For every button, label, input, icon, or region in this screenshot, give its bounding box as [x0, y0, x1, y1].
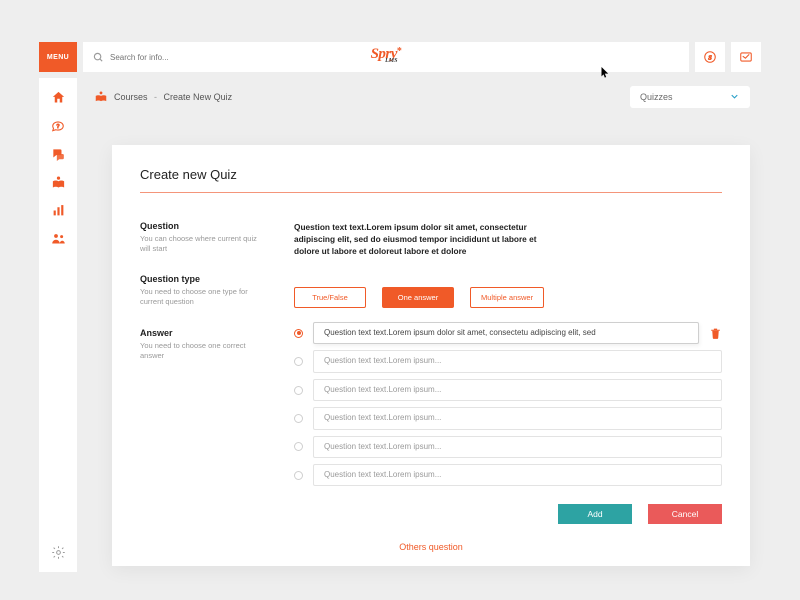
help-icon[interactable]: ? [51, 119, 65, 133]
breadcrumb-current: Create New Quiz [164, 92, 233, 102]
breadcrumb: Courses - Create New Quiz [114, 92, 232, 102]
gear-icon[interactable] [51, 545, 66, 560]
type-truefalse[interactable]: True/False [294, 287, 366, 308]
category-dropdown[interactable]: Quizzes [630, 86, 750, 108]
question-text: Question text text.Lorem ipsum dolor sit… [294, 221, 554, 257]
type-label: Question type [140, 274, 272, 284]
answer-input[interactable]: Question text text.Lorem ipsum... [313, 436, 722, 458]
type-oneanswer[interactable]: One answer [382, 287, 454, 308]
others-question-link[interactable]: Others question [399, 542, 463, 552]
answer-input[interactable]: Question text text.Lorem ipsum dolor sit… [313, 322, 699, 344]
answer-row: Question text text.Lorem ipsum... [294, 407, 722, 429]
quiz-panel: Create new Quiz Question You can choose … [112, 145, 750, 566]
answer-input[interactable]: Question text text.Lorem ipsum... [313, 407, 722, 429]
brand-logo: Spry* LMS [371, 50, 402, 64]
courses-icon[interactable] [51, 175, 66, 190]
answer-radio[interactable] [294, 471, 303, 480]
users-icon[interactable] [51, 231, 66, 246]
panel-title: Create new Quiz [140, 167, 722, 182]
chat-icon[interactable] [51, 147, 65, 161]
breadcrumb-icon [94, 90, 108, 104]
answer-hint: You need to choose one correct answer [140, 341, 260, 361]
type-hint: You need to choose one type for current … [140, 287, 260, 307]
home-icon[interactable] [51, 90, 66, 105]
question-hint: You can choose where current quiz will s… [140, 234, 260, 254]
divider [140, 192, 722, 193]
answer-row: Question text text.Lorem ipsum... [294, 350, 722, 372]
breadcrumb-root[interactable]: Courses [114, 92, 148, 102]
answer-radio[interactable] [294, 357, 303, 366]
stats-icon[interactable] [52, 204, 65, 217]
dropdown-selected: Quizzes [640, 92, 673, 102]
type-multiple[interactable]: Multiple answer [470, 287, 544, 308]
answer-label: Answer [140, 328, 272, 338]
question-type-group: True/False One answer Multiple answer [294, 287, 722, 308]
answer-radio[interactable] [294, 386, 303, 395]
header-action-1[interactable]: S [695, 42, 725, 72]
answer-radio[interactable] [294, 329, 303, 338]
sidebar: ? [39, 78, 77, 572]
answer-row: Question text text.Lorem ipsum... [294, 464, 722, 486]
trash-icon[interactable] [709, 327, 722, 340]
search-icon [93, 52, 104, 63]
chevron-down-icon [729, 91, 740, 104]
svg-text:S: S [708, 54, 712, 61]
answer-input[interactable]: Question text text.Lorem ipsum... [313, 379, 722, 401]
svg-text:?: ? [57, 124, 60, 130]
answer-row: Question text text.Lorem ipsum... [294, 436, 722, 458]
question-label: Question [140, 221, 272, 231]
answer-input[interactable]: Question text text.Lorem ipsum... [313, 350, 722, 372]
answer-radio[interactable] [294, 442, 303, 451]
answer-row: Question text text.Lorem ipsum dolor sit… [294, 322, 722, 344]
menu-button[interactable]: MENU [39, 42, 77, 72]
answer-row: Question text text.Lorem ipsum... [294, 379, 722, 401]
answer-radio[interactable] [294, 414, 303, 423]
search-bar: Spry* LMS [83, 42, 689, 72]
add-button[interactable]: Add [558, 504, 632, 524]
answer-input[interactable]: Question text text.Lorem ipsum... [313, 464, 722, 486]
cancel-button[interactable]: Cancel [648, 504, 722, 524]
header-action-2[interactable] [731, 42, 761, 72]
answers-list: Question text text.Lorem ipsum dolor sit… [294, 322, 722, 486]
